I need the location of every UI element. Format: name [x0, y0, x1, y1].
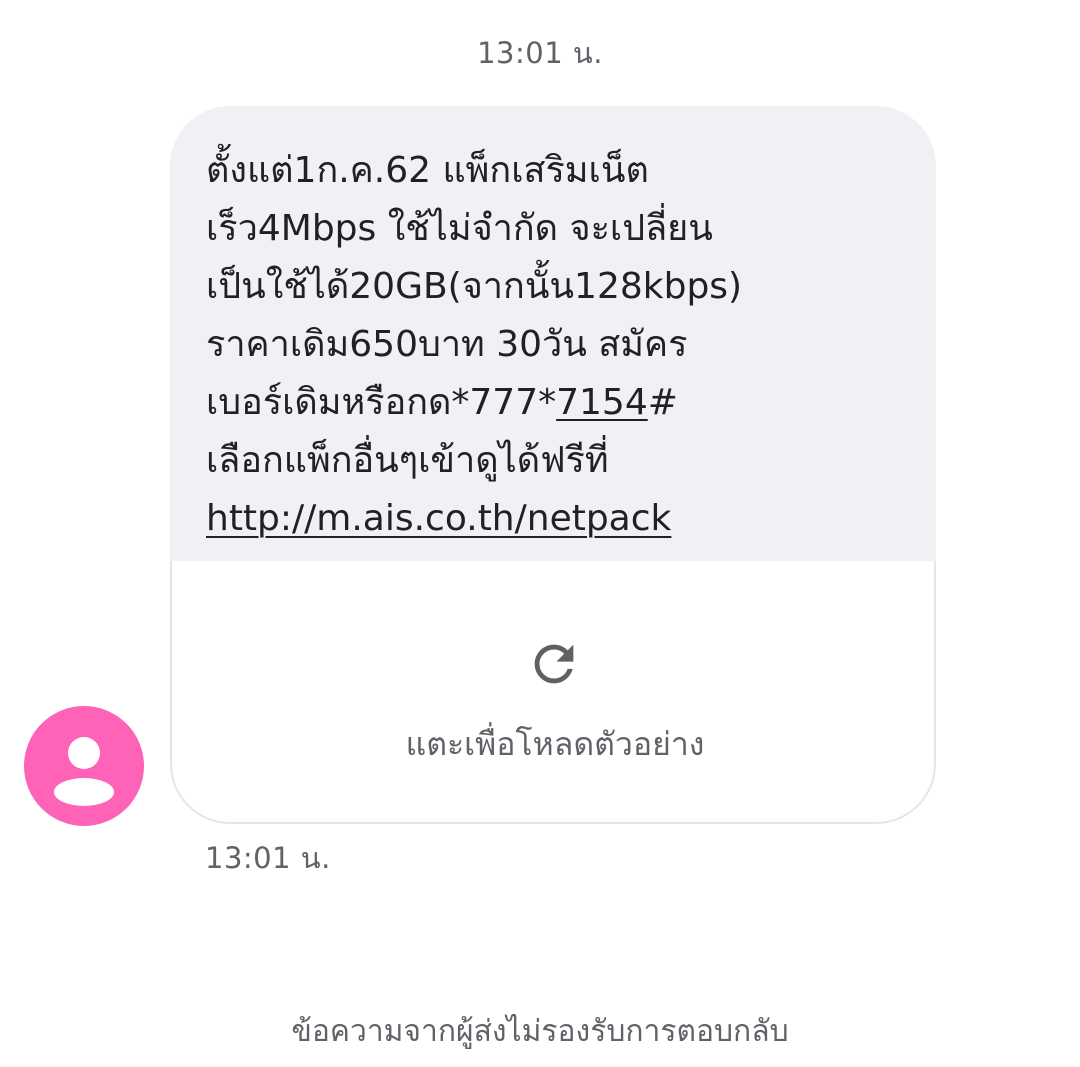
message-timestamp-bottom: 13:01 น. — [205, 841, 331, 875]
tap-to-load-preview-label: แตะเพื่อโหลดตัวอย่าง — [405, 725, 705, 763]
netpack-link[interactable]: http://m.ais.co.th/netpack — [206, 498, 671, 539]
message-line-dial-code: เบอร์เดิมหรือกด*777*7154# — [206, 374, 916, 432]
message-timestamp-top: 13:01 น. — [477, 36, 603, 70]
sender-avatar[interactable] — [24, 706, 144, 826]
message-line: เป็นใช้ได้20GB(จากนั้น128kbps) — [206, 266, 743, 307]
message-line: เลือกแพ็กอื่นๆเข้าดูได้ฟรีที่ — [206, 440, 609, 481]
link-preview-card[interactable]: แตะเพื่อโหลดตัวอย่าง — [170, 561, 936, 824]
message-text: ตั้งแต่1ก.ค.62 แพ็กเสริมเน็ต เร็ว4Mbps ใ… — [170, 106, 936, 561]
message-line: ตั้งแต่1ก.ค.62 แพ็กเสริมเน็ต — [206, 150, 649, 191]
message-bubble[interactable]: ตั้งแต่1ก.ค.62 แพ็กเสริมเน็ต เร็ว4Mbps ใ… — [170, 106, 936, 824]
person-icon — [54, 737, 114, 806]
no-reply-notice: ข้อความจากผู้ส่งไม่รองรับการตอบกลับ — [291, 1014, 789, 1049]
message-line: เร็ว4Mbps ใช้ไม่จำกัด จะเปลี่ยน — [206, 208, 713, 249]
conversation-view: 13:01 น. ตั้งแต่1ก.ค.62 แพ็กเสริมเน็ต เร… — [0, 0, 1080, 1067]
reload-icon[interactable] — [525, 635, 583, 693]
dial-code-prefix: เบอร์เดิมหรือกด*777* — [206, 382, 557, 423]
dial-code-number[interactable]: 7154 — [556, 382, 648, 423]
dial-code-suffix: # — [647, 382, 678, 423]
message-line: ราคาเดิม650บาท 30วัน สมัคร — [206, 324, 688, 365]
message-link-line: http://m.ais.co.th/netpack — [206, 490, 916, 548]
